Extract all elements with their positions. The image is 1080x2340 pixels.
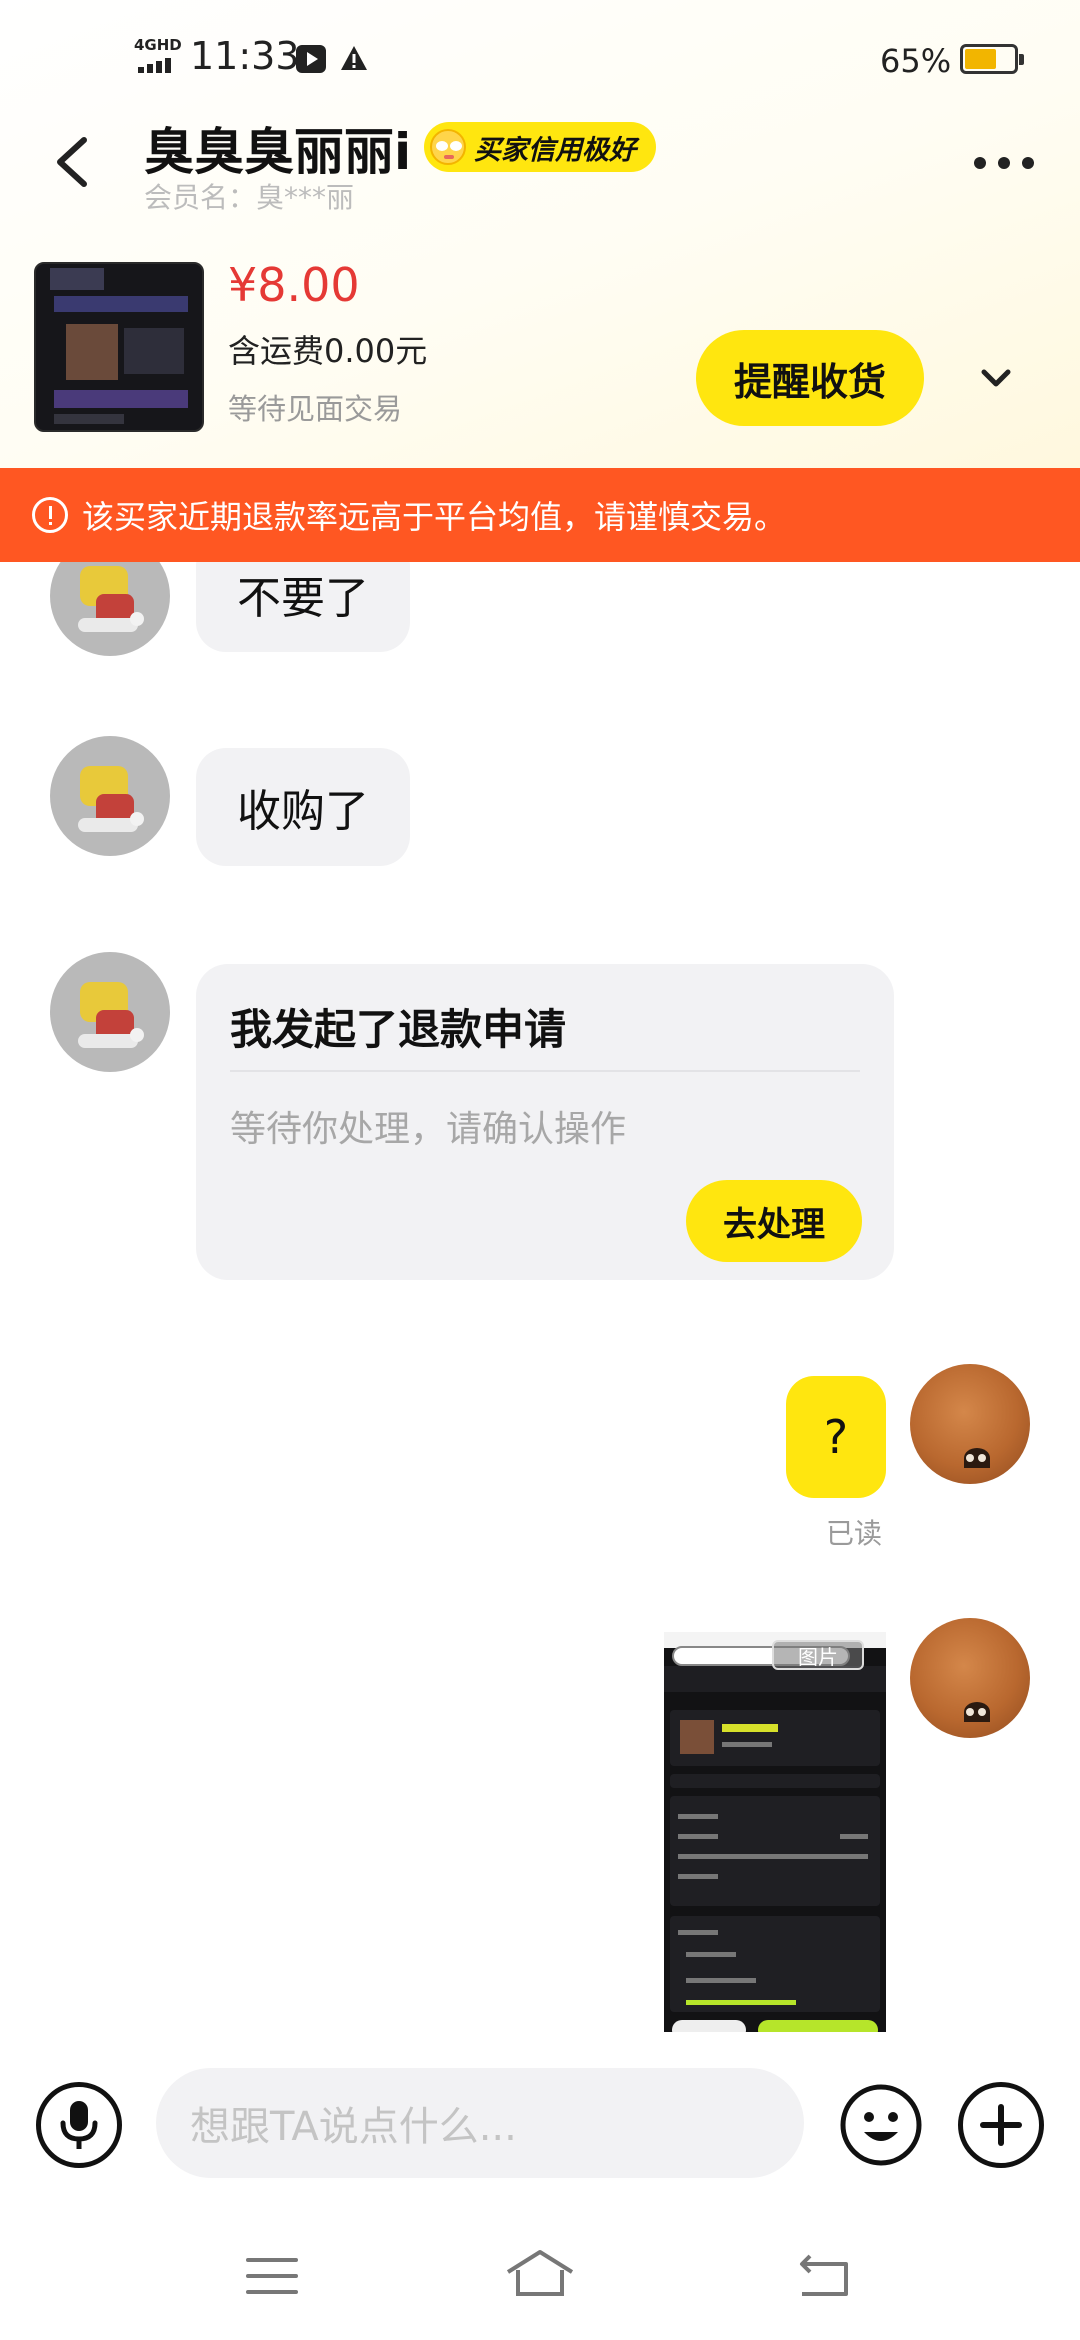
status-time: 11:33 bbox=[190, 34, 300, 78]
buyer-message-bubble[interactable]: 不要了 bbox=[196, 562, 410, 652]
status-bar: 4GHD 11:33 65% bbox=[0, 0, 1080, 110]
refund-request-card[interactable]: 我发起了退款申请 等待你处理，请确认操作 去处理 bbox=[196, 964, 894, 1280]
credit-badge-label: 买家信用极好 bbox=[474, 134, 636, 166]
order-price: ¥8.00 bbox=[228, 258, 360, 312]
emoji-button[interactable] bbox=[838, 2082, 924, 2168]
chat-message-list[interactable]: 不要了 收购了 我发起了退款申请 等待你处理，请确认操作 去处理 ? 已读 图片 bbox=[0, 562, 1080, 2032]
risk-warning-banner: 该买家近期退款率远高于平台均值，请谨慎交易。 bbox=[0, 468, 1080, 562]
buyer-message-text: 不要了 bbox=[237, 573, 369, 624]
recent-apps-button[interactable] bbox=[246, 2256, 298, 2296]
battery-icon bbox=[960, 44, 1024, 74]
remind-receipt-button[interactable]: 提醒收货 bbox=[696, 330, 924, 426]
buyer-avatar[interactable] bbox=[50, 736, 170, 856]
credit-badge: 买家信用极好 bbox=[424, 122, 656, 172]
my-avatar[interactable] bbox=[910, 1618, 1030, 1738]
smiley-face-icon bbox=[840, 2084, 922, 2166]
more-dot-icon bbox=[998, 157, 1010, 169]
system-back-button[interactable] bbox=[796, 2250, 852, 2300]
alert-circle-icon bbox=[32, 497, 68, 533]
buyer-message-text: 收购了 bbox=[237, 786, 369, 837]
back-arrow-icon bbox=[57, 137, 87, 187]
home-icon bbox=[506, 2250, 574, 2296]
more-dot-icon bbox=[974, 157, 986, 169]
order-shipping: 含运费0.00元 bbox=[228, 332, 428, 370]
message-input[interactable]: 想跟TA说点什么... bbox=[156, 2068, 804, 2178]
divider bbox=[230, 1070, 860, 1072]
back-button[interactable] bbox=[44, 120, 104, 200]
network-icon: 4GHD bbox=[134, 36, 186, 76]
media-play-icon bbox=[296, 45, 326, 73]
expand-order-button[interactable] bbox=[956, 346, 1036, 410]
refund-card-title: 我发起了退款申请 bbox=[230, 1005, 567, 1054]
my-message-bubble[interactable]: ? bbox=[786, 1376, 886, 1498]
chevron-down-icon bbox=[981, 369, 1011, 387]
image-tag-label: 图片 bbox=[772, 1640, 864, 1670]
return-arrow-icon bbox=[800, 2254, 848, 2296]
network-label: 4GHD bbox=[134, 36, 182, 54]
more-dot-icon bbox=[1022, 157, 1034, 169]
order-status: 等待见面交易 bbox=[228, 392, 403, 426]
risk-warning-text: 该买家近期退款率远高于平台均值，请谨慎交易。 bbox=[82, 498, 787, 536]
member-name: 会员名：臭***丽 bbox=[144, 181, 355, 214]
voice-input-button[interactable] bbox=[36, 2082, 122, 2168]
order-product-thumbnail[interactable] bbox=[34, 262, 204, 432]
system-navigation-bar bbox=[0, 2216, 1080, 2340]
smiley-emoji-icon bbox=[430, 129, 466, 165]
home-button[interactable] bbox=[504, 2246, 576, 2302]
read-receipt: 已读 bbox=[826, 1517, 883, 1550]
message-input-bar: 想跟TA说点什么... bbox=[0, 2032, 1080, 2216]
my-avatar[interactable] bbox=[910, 1364, 1030, 1484]
buyer-avatar[interactable] bbox=[50, 952, 170, 1072]
more-options-button[interactable] bbox=[964, 145, 1044, 181]
my-message-text: ? bbox=[823, 1410, 849, 1464]
battery-percent: 65% bbox=[880, 42, 952, 80]
more-actions-plus-button[interactable] bbox=[958, 2082, 1044, 2168]
warning-triangle-icon bbox=[340, 44, 368, 76]
refund-card-description: 等待你处理，请确认操作 bbox=[230, 1109, 627, 1150]
sent-image-message[interactable]: 图片 bbox=[664, 1632, 886, 2032]
process-refund-button[interactable]: 去处理 bbox=[686, 1180, 862, 1262]
chat-title: 臭臭臭丽丽i bbox=[144, 123, 412, 181]
microphone-icon bbox=[60, 2101, 98, 2149]
buyer-message-bubble[interactable]: 收购了 bbox=[196, 748, 410, 866]
buyer-avatar[interactable] bbox=[50, 562, 170, 656]
